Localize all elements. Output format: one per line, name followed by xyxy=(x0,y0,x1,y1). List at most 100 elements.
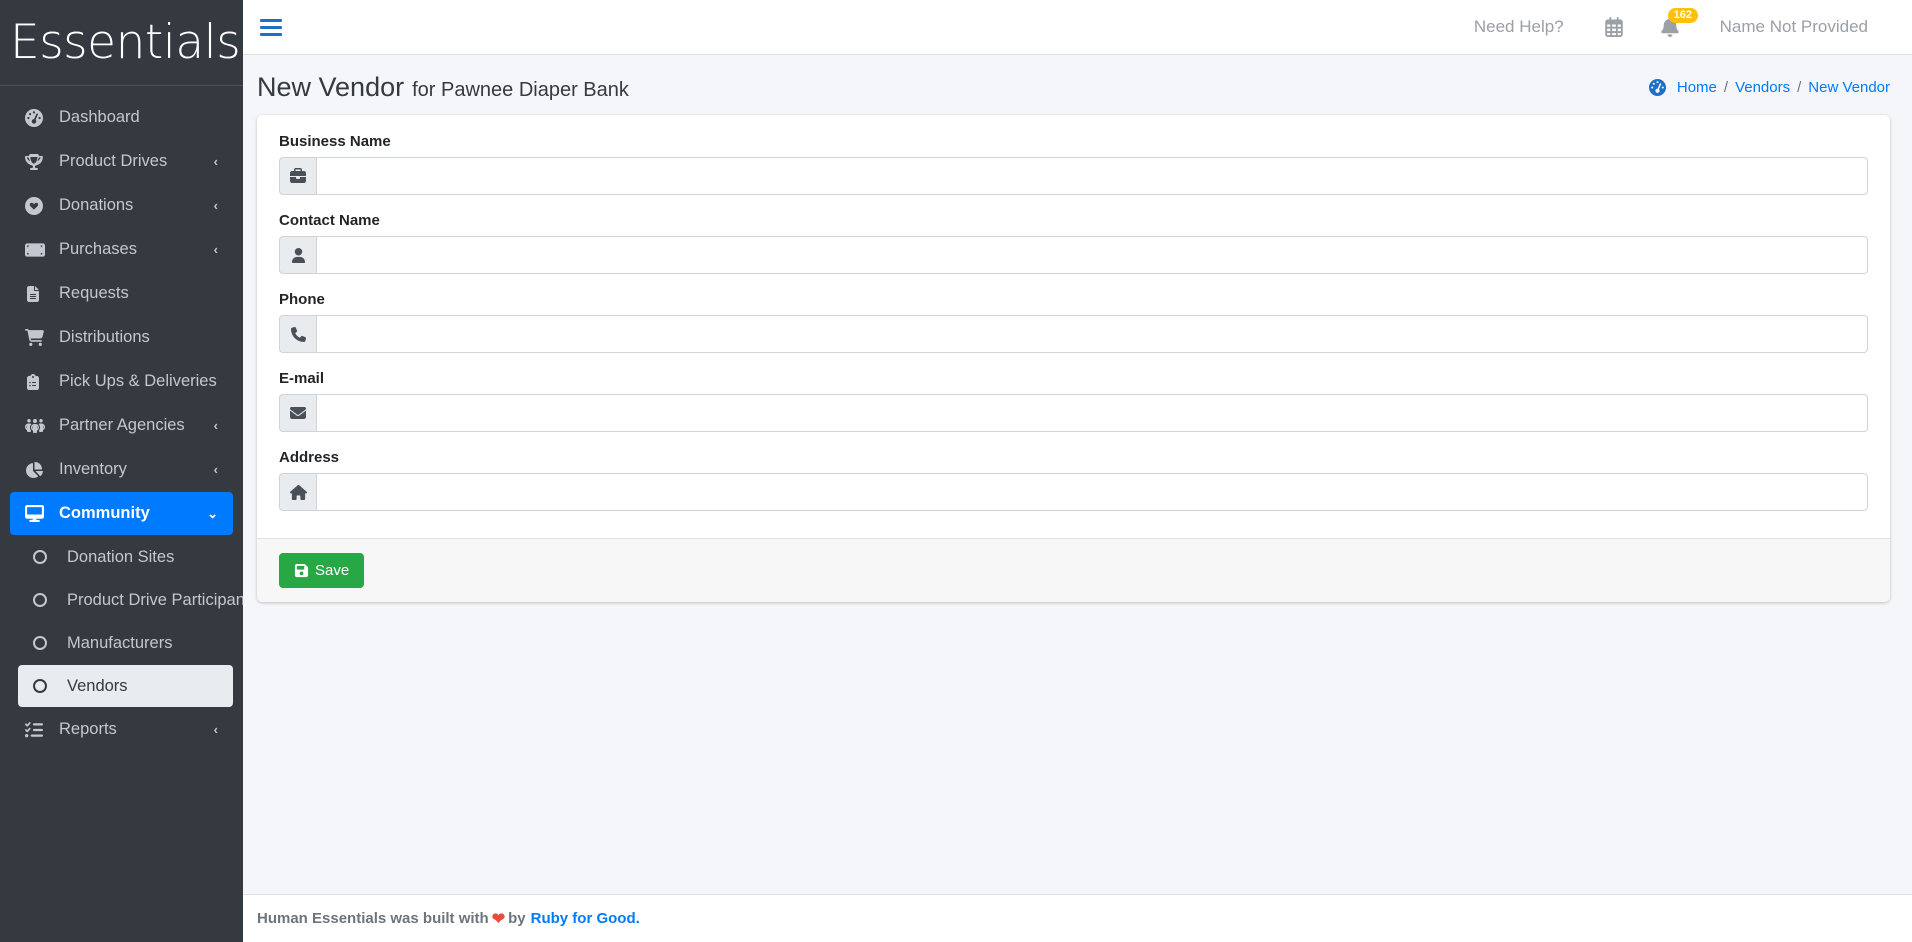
form-group-e-mail: E-mail xyxy=(279,370,1868,432)
content-header: New Vendor for Pawnee Diaper Bank Home /… xyxy=(243,55,1912,115)
page-title: New Vendor for Pawnee Diaper Bank xyxy=(257,72,629,103)
save-icon xyxy=(294,563,309,578)
sidebar-item-label: Manufacturers xyxy=(67,633,173,652)
form-group-address: Address xyxy=(279,449,1868,511)
sidebar-item-label: Reports xyxy=(59,720,117,738)
breadcrumb-item-vendors[interactable]: Vendors xyxy=(1735,79,1790,96)
field-label: Contact Name xyxy=(279,212,380,229)
sidebar-submenu-community: Donation Sites Product Drive Participants… xyxy=(10,536,243,707)
need-help-link[interactable]: Need Help? xyxy=(1452,0,1586,55)
shopping-cart-icon xyxy=(25,328,51,347)
sidebar-item-pick-ups-deliveries[interactable]: Pick Ups & Deliveries xyxy=(10,360,233,403)
chevron-left-icon: ‹ xyxy=(213,462,218,477)
content-area: Business Name Contact Name Phone E-mail Addr… xyxy=(243,115,1912,942)
page-footer: Human Essentials was built with ❤ by Rub… xyxy=(243,894,1912,942)
field-label: Address xyxy=(279,449,340,466)
input-group xyxy=(279,236,1868,274)
sidebar-item-dashboard[interactable]: Dashboard xyxy=(10,96,233,139)
circle-icon xyxy=(33,550,59,564)
brand-logo[interactable]: Essentials xyxy=(0,0,243,86)
sidebar-item-community[interactable]: Community ⌄ xyxy=(10,492,233,535)
sidebar-item-donation-sites[interactable]: Donation Sites xyxy=(18,536,233,578)
chevron-left-icon: ‹ xyxy=(213,198,218,213)
sidebar-item-product-drives[interactable]: Product Drives ‹ xyxy=(10,140,233,183)
breadcrumb-separator: / xyxy=(1797,79,1802,96)
chevron-left-icon: ‹ xyxy=(213,242,218,257)
tachometer-icon xyxy=(25,108,51,127)
file-icon xyxy=(25,285,51,302)
sidebar-item-label: Requests xyxy=(59,284,129,302)
sidebar-item-inventory[interactable]: Inventory ‹ xyxy=(10,448,233,491)
field-label: Business Name xyxy=(279,133,391,150)
sidebar: Essentials Dashboard Product Drives ‹ Donat… xyxy=(0,0,243,942)
heart-circle-icon xyxy=(25,196,51,215)
sidebar-item-label: Partner Agencies xyxy=(59,416,185,434)
breadcrumb-item-new-vendor[interactable]: New Vendor xyxy=(1808,79,1890,96)
calendar-icon[interactable] xyxy=(1586,0,1642,55)
main-wrapper: Need Help? 162 Name Not Provided New Ven… xyxy=(243,0,1912,942)
sidebar-item-product-drive-participants[interactable]: Product Drive Participants xyxy=(18,579,243,621)
sidebar-item-donations[interactable]: Donations ‹ xyxy=(10,184,233,227)
input-group xyxy=(279,473,1868,511)
page-title-sub: for Pawnee Diaper Bank xyxy=(412,79,629,101)
heart-icon: ❤ xyxy=(491,910,506,928)
chevron-left-icon: ‹ xyxy=(213,722,218,737)
phone-input[interactable] xyxy=(316,315,1868,353)
sidebar-item-manufacturers[interactable]: Manufacturers xyxy=(18,622,233,664)
input-group xyxy=(279,394,1868,432)
sidebar-item-label: Dashboard xyxy=(59,108,140,126)
brand-name: Essentials xyxy=(10,15,241,70)
vendor-form-footer: Save xyxy=(257,538,1890,602)
app-root: Essentials Dashboard Product Drives ‹ Donat… xyxy=(0,0,1912,942)
sidebar-item-label: Purchases xyxy=(59,240,137,258)
breadcrumb-item-home[interactable]: Home xyxy=(1677,79,1717,96)
users-icon xyxy=(25,416,51,436)
chevron-left-icon: ‹ xyxy=(213,154,218,169)
business-name-input[interactable] xyxy=(316,157,1868,195)
envelope-icon xyxy=(279,394,316,432)
circle-icon xyxy=(33,636,59,650)
sidebar-item-label: Donations xyxy=(59,196,134,214)
field-label: E-mail xyxy=(279,370,325,387)
sidebar-item-label: Product Drives xyxy=(59,152,168,170)
calendar-alt-icon xyxy=(25,373,51,390)
sidebar-item-reports[interactable]: Reports ‹ xyxy=(10,708,233,751)
phone-icon xyxy=(279,315,316,353)
address-input[interactable] xyxy=(316,473,1868,511)
ruby-for-good-link[interactable]: Ruby for Good. xyxy=(531,910,640,927)
chevron-down-icon: ⌄ xyxy=(207,505,218,521)
save-button-label: Save xyxy=(315,562,350,579)
vendor-form-body: Business Name Contact Name Phone E-mail Addr… xyxy=(257,115,1890,538)
sidebar-item-label: Inventory xyxy=(59,460,127,478)
contact-name-input[interactable] xyxy=(316,236,1868,274)
desktop-icon xyxy=(25,504,51,523)
form-group-business-name: Business Name xyxy=(279,133,1868,195)
chart-pie-icon xyxy=(25,461,51,479)
sidebar-item-label: Distributions xyxy=(59,328,150,346)
save-button[interactable]: Save xyxy=(279,553,365,588)
sidebar-item-requests[interactable]: Requests xyxy=(10,272,233,315)
sidebar-item-label: Donation Sites xyxy=(67,547,175,566)
topbar-right: Need Help? 162 Name Not Provided xyxy=(1452,0,1890,55)
home-icon xyxy=(279,473,316,511)
e-mail-input[interactable] xyxy=(316,394,1868,432)
sidebar-item-label: Vendors xyxy=(67,676,128,695)
footer-text-before: Human Essentials was built with xyxy=(257,910,489,927)
sidebar-item-partner-agencies[interactable]: Partner Agencies ‹ xyxy=(10,404,233,447)
vendor-form-card: Business Name Contact Name Phone E-mail Addr… xyxy=(257,115,1890,602)
notifications-bell[interactable]: 162 xyxy=(1642,0,1699,55)
sidebar-item-vendors[interactable]: Vendors xyxy=(18,665,233,707)
sidebar-item-purchases[interactable]: Purchases ‹ xyxy=(10,228,233,271)
page-title-main: New Vendor xyxy=(257,72,405,102)
form-group-phone: Phone xyxy=(279,291,1868,353)
notification-badge: 162 xyxy=(1667,7,1699,23)
sidebar-item-distributions[interactable]: Distributions xyxy=(10,316,233,359)
money-bill-icon xyxy=(25,240,51,260)
footer-text-middle: by xyxy=(508,910,526,927)
hamburger-icon[interactable] xyxy=(257,15,285,40)
circle-icon xyxy=(33,679,59,693)
breadcrumb-separator: / xyxy=(1723,79,1729,96)
user-name-label[interactable]: Name Not Provided xyxy=(1698,0,1890,55)
input-group xyxy=(279,315,1868,353)
list-check-icon xyxy=(25,721,51,739)
